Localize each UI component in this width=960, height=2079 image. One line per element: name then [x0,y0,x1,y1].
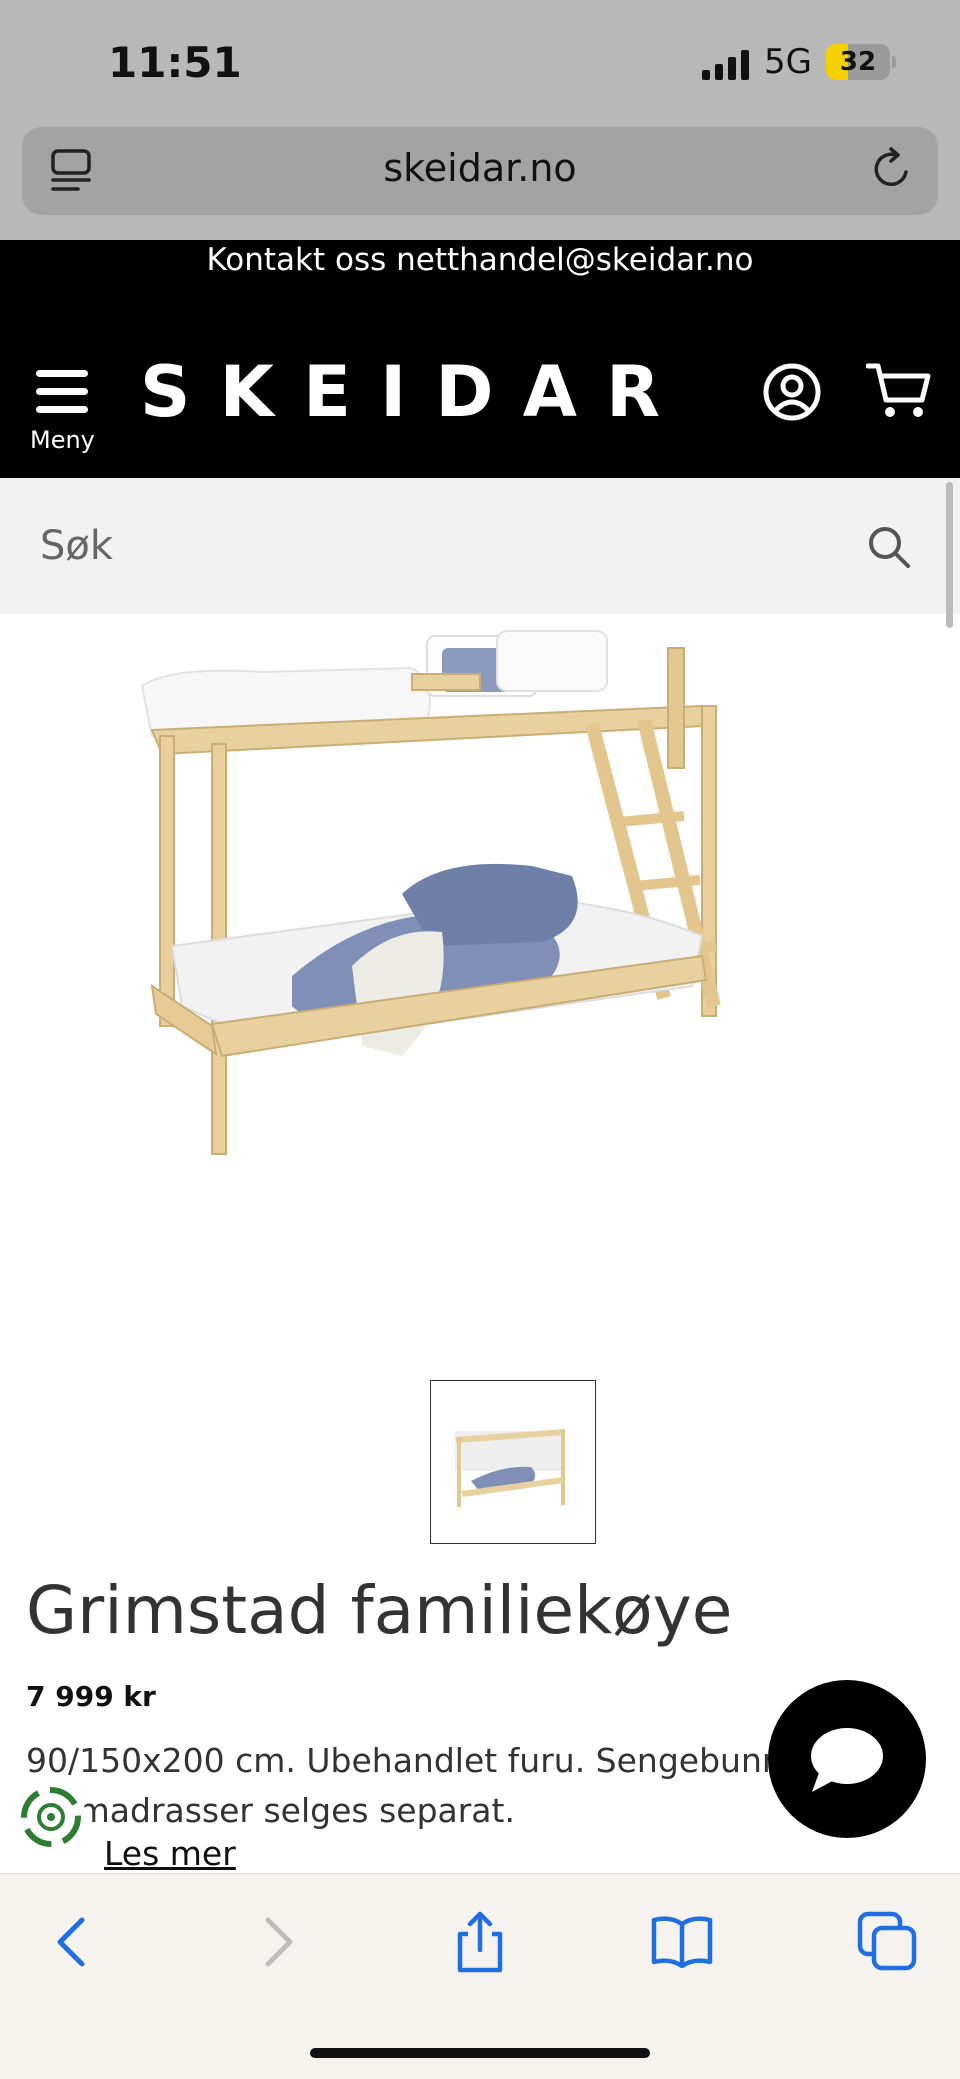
page-scrollbar[interactable] [946,482,953,628]
network-type: 5G [764,42,812,82]
signal-icon [702,50,749,80]
tab-overview-icon[interactable] [856,1910,920,1974]
product-image[interactable] [112,626,832,1206]
bookmarks-icon[interactable] [650,1910,714,1974]
url-text[interactable]: skeidar.no [0,146,960,190]
brand-logo-text: SKEIDAR [140,352,660,432]
battery-level: 32 [839,47,877,77]
forward-icon[interactable] [246,1910,310,1974]
menu-label: Meny [30,426,95,454]
search-input[interactable] [40,514,840,578]
brand-logo[interactable]: SKEIDAR [140,352,680,432]
product-thumbnail[interactable] [430,1380,596,1544]
product-description: 90/150x200 cm. Ubehandlet furu. Sengebun… [26,1741,783,1830]
status-time: 11:51 [108,38,242,87]
search-icon[interactable] [866,524,912,570]
chat-button[interactable] [768,1680,926,1838]
back-icon[interactable] [40,1910,104,1974]
menu-button[interactable]: Meny [26,360,106,460]
contact-banner[interactable]: Kontakt oss netthandel@skeidar.no [0,240,960,278]
product-price: 7 999 kr [26,1680,156,1713]
chat-icon [811,1728,883,1792]
reload-icon[interactable] [870,146,914,192]
eco-badge-icon[interactable] [16,1782,86,1852]
product-title: Grimstad familiekøye [26,1572,733,1649]
cart-icon[interactable] [866,360,932,422]
account-icon[interactable] [762,362,822,422]
home-indicator[interactable] [310,2048,650,2058]
read-more-link[interactable]: Les mer [104,1834,236,1873]
battery-icon: 32 [826,44,890,80]
battery-nub [892,56,896,68]
thumbnail-image [455,1429,565,1507]
share-icon[interactable] [448,1910,512,1974]
